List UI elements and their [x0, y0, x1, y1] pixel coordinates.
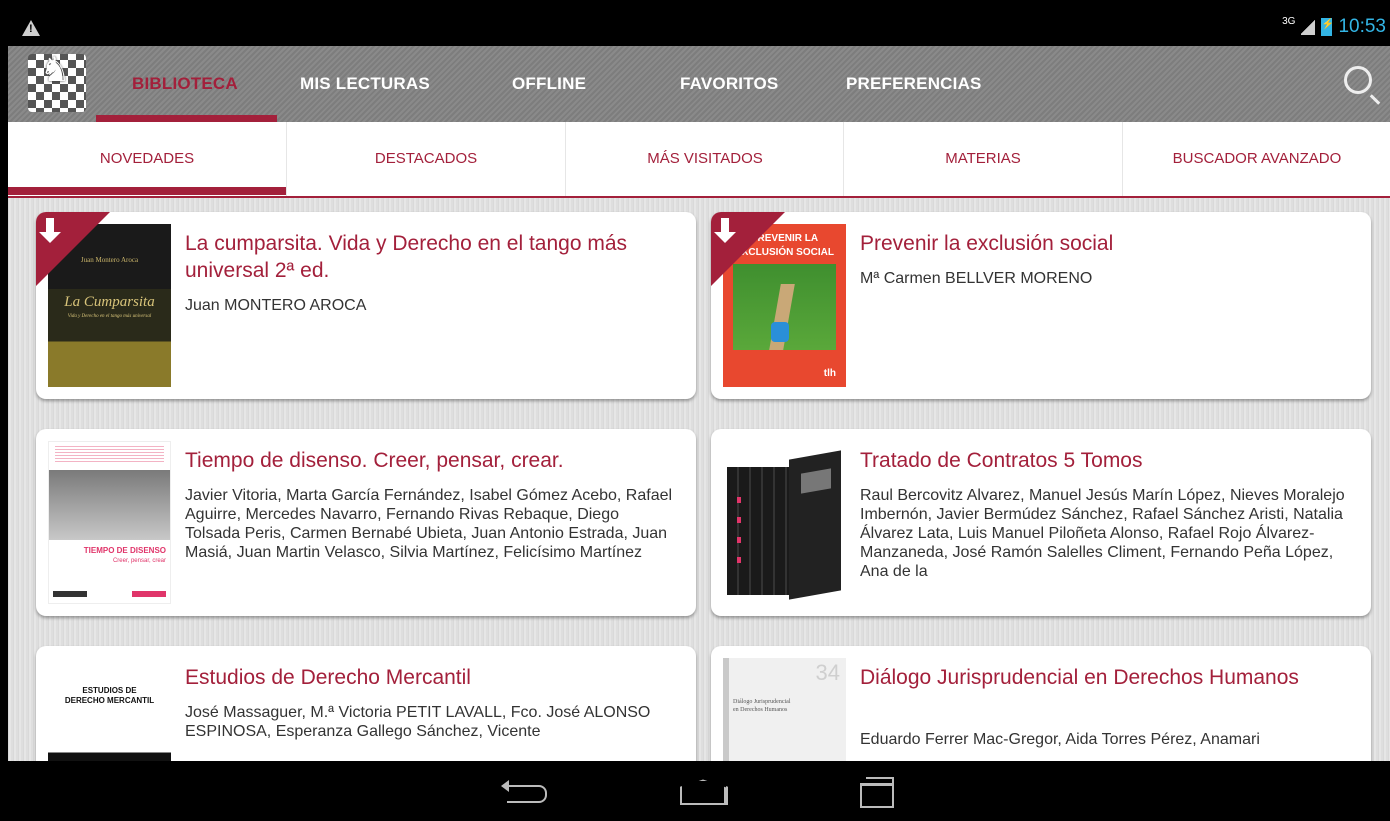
book-authors: Mª Carmen BELLVER MORENO	[860, 270, 1093, 287]
book-list: Juan Montero Aroca La Cumparsita Vida y …	[8, 198, 1390, 761]
main-nav: BIBLIOTECA MIS LECTURAS OFFLINE FAVORITO…	[8, 46, 1390, 122]
network-type: 3G	[1282, 15, 1296, 27]
book-cover: TIEMPO DE DISENSO Creer, pensar, crear	[48, 441, 171, 604]
signal-icon	[1301, 19, 1316, 35]
download-arrow-icon	[714, 218, 736, 243]
book-card[interactable]: ESTUDIOS DE DERECHO MERCANTIL Estudios d…	[36, 646, 696, 761]
subtab-buscador-avanzado[interactable]: BUSCADOR AVANZADO	[1122, 122, 1390, 196]
book-authors: Juan MONTERO AROCA	[185, 297, 367, 314]
book-authors: José Massaguer, M.ª Victoria PETIT LAVAL…	[185, 704, 651, 740]
home-icon[interactable]	[680, 779, 726, 803]
cover-photo	[49, 470, 170, 540]
book-card[interactable]: Juan Montero Aroca La Cumparsita Vida y …	[36, 212, 696, 399]
cover-number: 34	[815, 660, 840, 685]
warning-icon	[22, 20, 40, 36]
book-card[interactable]: 34 Diálogo Jurisprudencial en Derechos H…	[711, 646, 1371, 761]
chess-knight-logo-icon	[28, 50, 86, 112]
book-card[interactable]: TIEMPO DE DISENSO Creer, pensar, crear T…	[36, 429, 696, 616]
subtab-destacados[interactable]: DESTACADOS	[286, 122, 565, 196]
cover-title: TIEMPO DE DISENSO	[83, 546, 166, 555]
book-title: La cumparsita. Vida y Derecho en el tang…	[185, 232, 628, 282]
book-title: Tratado de Contratos 5 Tomos	[860, 449, 1143, 472]
status-indicators: 3G 10:53	[1282, 16, 1386, 38]
clock: 10:53	[1338, 16, 1386, 37]
book-card[interactable]: PREVENIR LA EXCLUSIÓN SOCIAL tlh Preveni…	[711, 212, 1371, 399]
cover-subtitle: Vida y Derecho en el tango más universal	[67, 314, 152, 319]
book-title: Prevenir la exclusión social	[860, 232, 1114, 255]
subtab-mas-visitados[interactable]: MÁS VISITADOS	[565, 122, 844, 196]
book-authors: Raul Bercovitz Alvarez, Manuel Jesús Mar…	[860, 487, 1345, 580]
subtab-novedades[interactable]: NOVEDADES	[8, 122, 286, 196]
tab-biblioteca[interactable]: BIBLIOTECA	[132, 46, 238, 122]
book-cover: ESTUDIOS DE DERECHO MERCANTIL	[48, 658, 171, 761]
tab-mis-lecturas[interactable]: MIS LECTURAS	[300, 46, 430, 122]
tab-preferencias[interactable]: PREFERENCIAS	[846, 46, 982, 122]
active-subtab-indicator	[8, 187, 286, 195]
status-bar: 3G 10:53	[8, 10, 1390, 46]
book-authors: Eduardo Ferrer Mac-Gregor, Aida Torres P…	[860, 731, 1260, 748]
back-icon[interactable]	[501, 780, 547, 803]
book-title: Tiempo de disenso. Creer, pensar, crear.	[185, 449, 564, 472]
book-cover: 34 Diálogo Jurisprudencial en Derechos H…	[723, 658, 846, 761]
cover-title: ESTUDIOS DE	[82, 686, 137, 695]
book-title: Diálogo Jurisprudencial en Derechos Huma…	[860, 666, 1299, 689]
cover-subtitle: Creer, pensar, crear	[112, 558, 166, 564]
tab-offline[interactable]: OFFLINE	[512, 46, 586, 122]
search-icon[interactable]	[1344, 66, 1372, 94]
download-arrow-icon	[39, 218, 61, 243]
recent-apps-icon[interactable]	[860, 777, 894, 808]
book-authors: Javier Vitoria, Marta García Fernández, …	[185, 487, 673, 561]
app-screen: 3G 10:53 BIBLIOTECA MIS LECTURAS OFFLINE…	[8, 10, 1390, 761]
active-tab-indicator	[96, 115, 277, 122]
book-title: Estudios de Derecho Mercantil	[185, 666, 471, 689]
system-nav-bar	[0, 761, 1390, 821]
cover-title: La Cumparsita	[64, 294, 155, 310]
cover-subtitle: DERECHO MERCANTIL	[64, 696, 155, 705]
battery-charging-icon	[1321, 18, 1334, 36]
cover-title: Diálogo Jurisprudencial en Derechos Huma…	[733, 699, 791, 713]
subtab-materias[interactable]: MATERIAS	[843, 122, 1122, 196]
tab-favoritos[interactable]: FAVORITOS	[680, 46, 778, 122]
cover-publisher: tlh	[823, 368, 836, 379]
book-cover	[723, 441, 846, 604]
book-card[interactable]: Tratado de Contratos 5 Tomos Raul Bercov…	[711, 429, 1371, 616]
